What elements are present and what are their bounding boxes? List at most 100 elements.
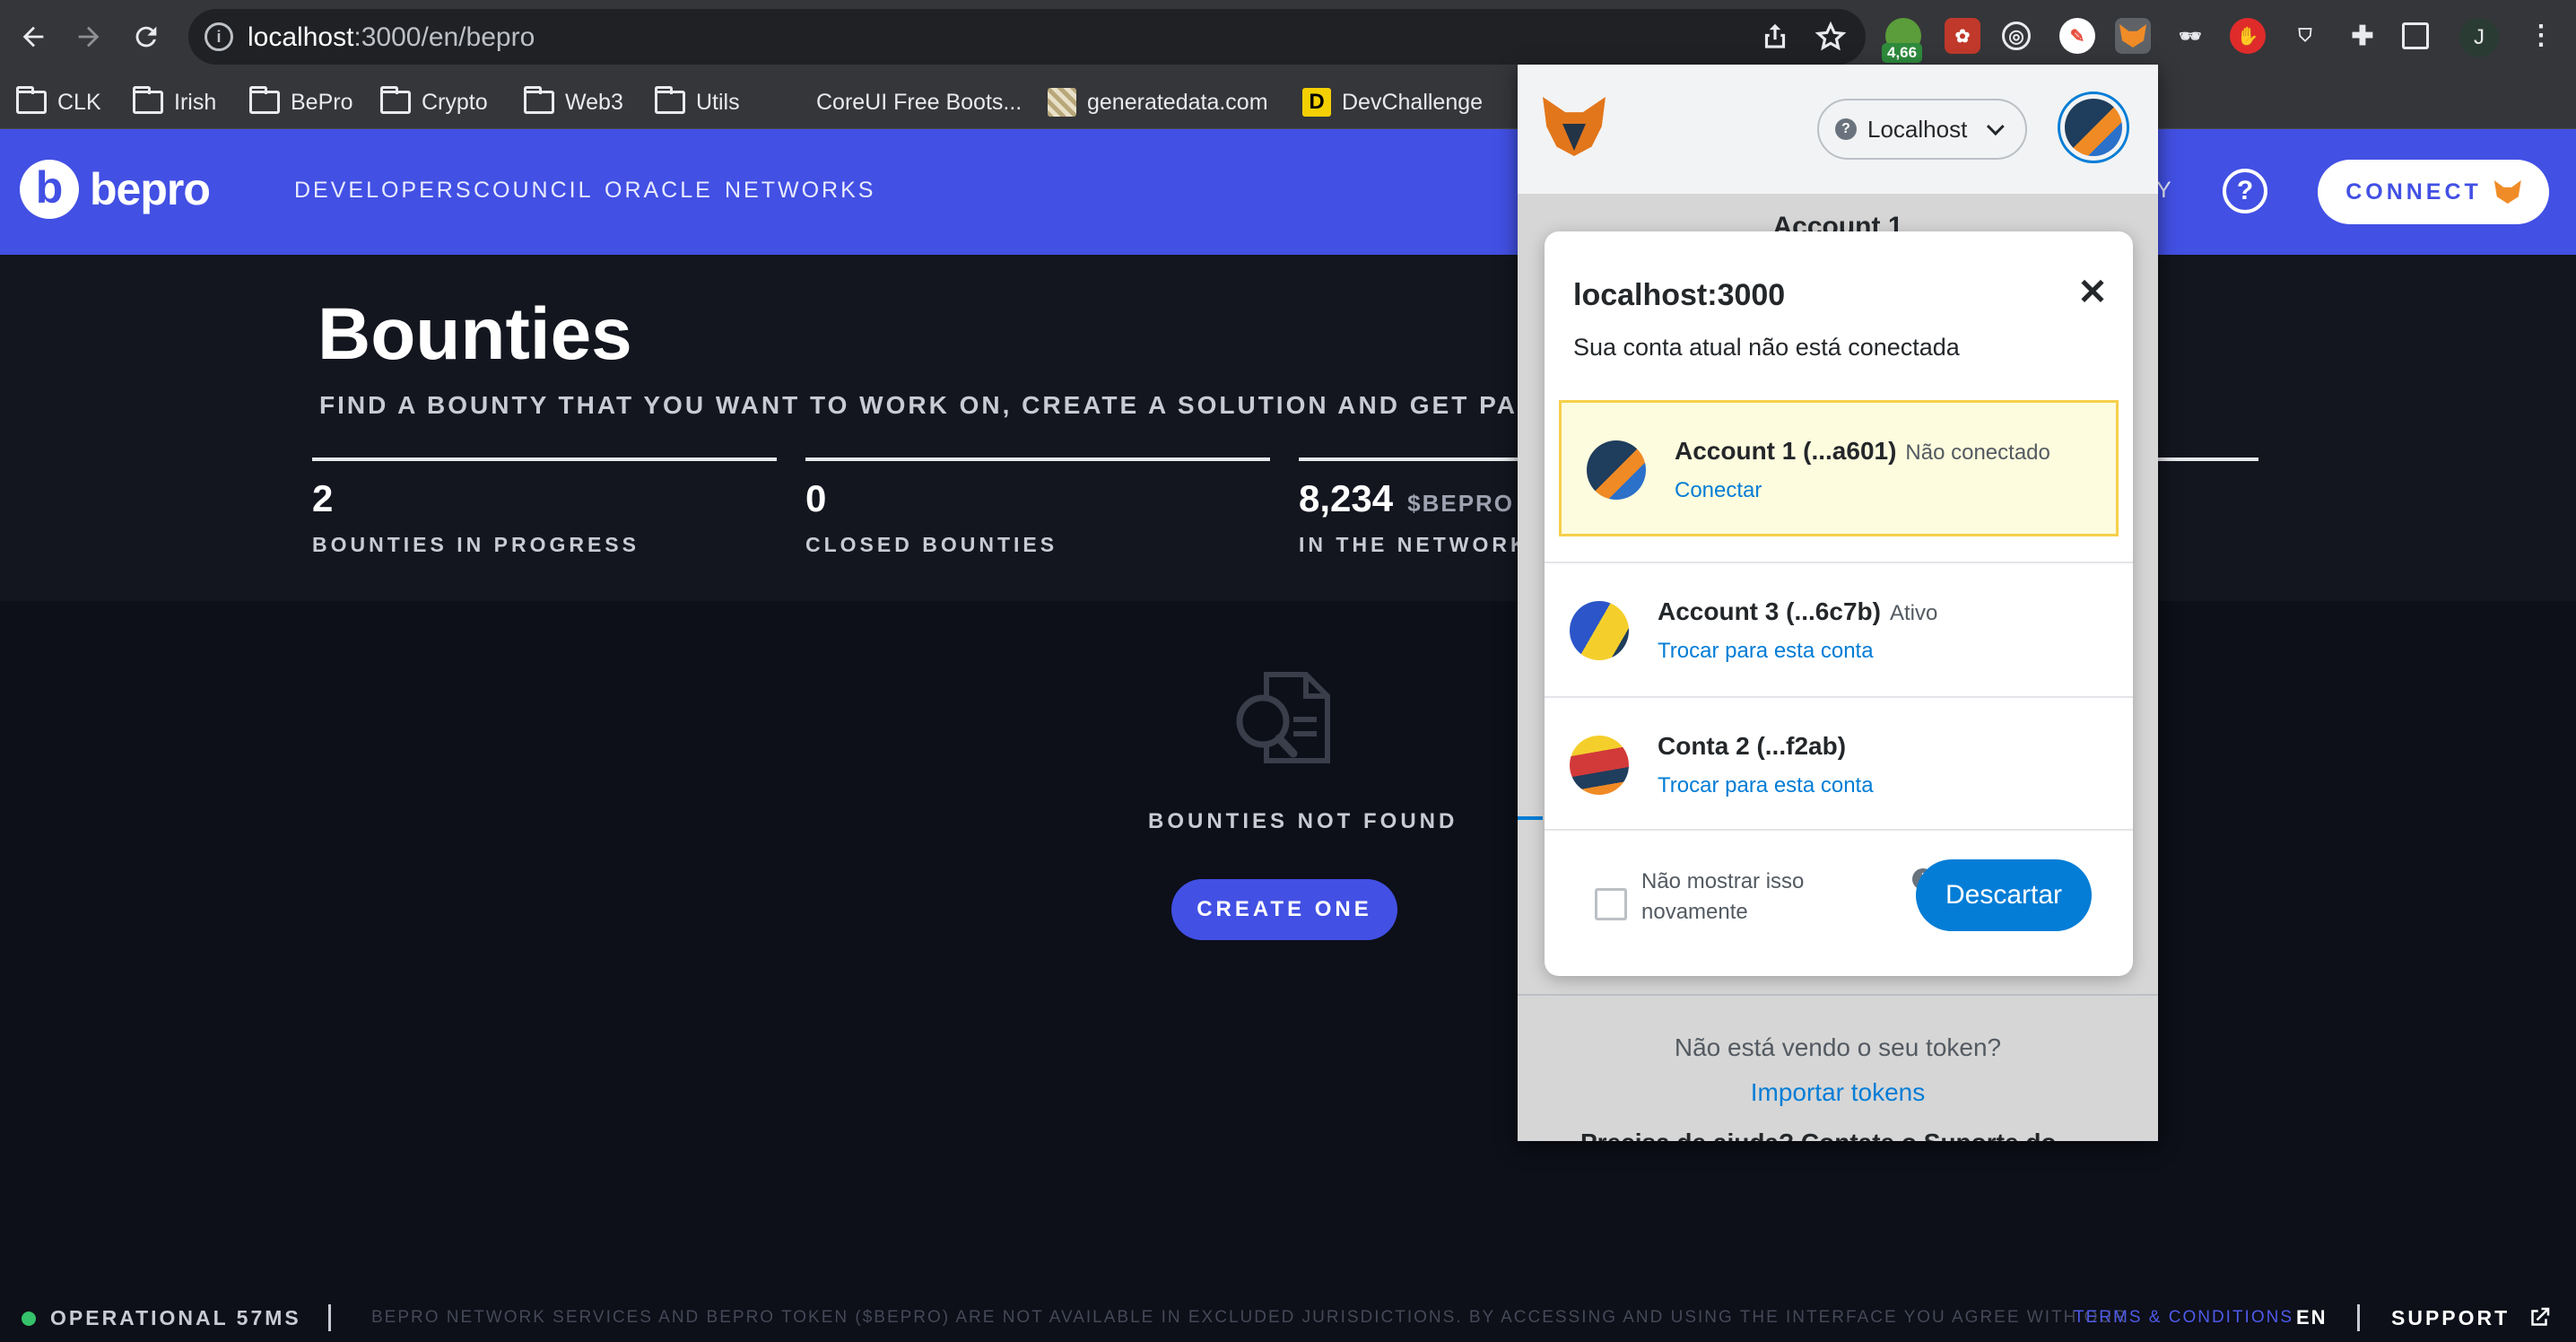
account-menu-avatar[interactable]	[2058, 92, 2129, 163]
connect-button[interactable]: CONNECT	[2318, 160, 2549, 224]
account-row[interactable]: Conta 2 (...f2ab) Trocar para esta conta	[1545, 696, 2133, 831]
chevron-down-icon	[1987, 118, 2006, 136]
bookmark-web3[interactable]: Web3	[524, 84, 623, 120]
metamask-fox-icon	[2493, 180, 2521, 204]
account-row[interactable]: Account 3 (...6c7b) Ativo Trocar para est…	[1545, 562, 2133, 696]
metamask-header: ? Localhost	[1518, 65, 2158, 194]
extension-metamask-icon[interactable]	[2115, 18, 2151, 54]
terms-link[interactable]: TERMS & CONDITIONS	[2074, 1308, 2293, 1328]
bookmark-clk[interactable]: CLK	[16, 84, 101, 120]
extension-incognito-icon[interactable]: 🕶	[2172, 18, 2208, 54]
devchallenge-icon: D	[1302, 88, 1331, 117]
bepro-logo[interactable]: b bepro	[20, 160, 211, 219]
support-link[interactable]: SUPPORT	[2391, 1306, 2510, 1330]
dont-show-label[interactable]: Não mostrar isso novamente	[1641, 867, 1866, 928]
network-question-icon: ?	[1835, 118, 1857, 140]
side-panel-icon[interactable]	[2402, 22, 2429, 49]
connect-account-link[interactable]: Conectar	[1675, 478, 1762, 503]
modal-subtitle: Sua conta atual não está conectada	[1573, 334, 1960, 361]
import-tokens-link[interactable]: Importar tokens	[1518, 1078, 2158, 1107]
token-hint-text: Não está vendo o seu token?	[1674, 1033, 2002, 1061]
footer-divider	[328, 1304, 331, 1331]
coreui-icon	[777, 88, 805, 117]
stat-in-progress: 2 BOUNTIES IN PROGRESS	[312, 458, 777, 557]
token-symbol: $BEPRO	[1407, 490, 1515, 517]
divider	[1518, 994, 2158, 996]
folder-icon	[655, 86, 685, 114]
back-arrow-icon	[22, 26, 44, 48]
footer-divider	[2357, 1304, 2360, 1331]
nav-networks[interactable]: NETWORKS	[725, 178, 875, 204]
external-link-icon[interactable]	[2526, 1304, 2553, 1331]
folder-icon	[249, 86, 280, 114]
forward-button[interactable]	[68, 16, 109, 57]
identicon-icon	[2065, 99, 2122, 156]
browser-toolbar: i localhost:3000/en/bepro 4,66 ✿ ◎ ✎ 🕶 ✋…	[0, 0, 2576, 74]
dismiss-button[interactable]: Descartar	[1916, 859, 2092, 931]
folder-icon	[133, 86, 163, 114]
extensions-puzzle-icon[interactable]: ✚	[2345, 18, 2380, 54]
switch-account-link[interactable]: Trocar para esta conta	[1658, 639, 1874, 664]
language-selector[interactable]: EN	[2296, 1306, 2328, 1329]
close-icon[interactable]: ✕	[2076, 274, 2110, 310]
status-text: OPERATIONAL 57MS	[50, 1306, 301, 1329]
connected-sites-modal: localhost:3000 ✕ Sua conta atual não est…	[1545, 231, 2133, 976]
extension-color-picker-icon[interactable]: ✎	[2059, 18, 2095, 54]
help-icon[interactable]: ?	[2223, 169, 2267, 214]
identicon-icon	[1570, 736, 1629, 795]
bookmark-star-icon[interactable]	[1814, 20, 1848, 54]
page-subtitle: FIND A BOUNTY THAT YOU WANT TO WORK ON, …	[319, 391, 1548, 419]
status-dot-icon	[22, 1312, 36, 1326]
extension-adblock-icon[interactable]: ✋	[2230, 18, 2266, 54]
nav-oracle[interactable]: ORACLE	[605, 178, 713, 204]
browser-menu-icon[interactable]: ⋮	[2528, 20, 2554, 51]
app-header: b bepro DEVELOPERS COUNCIL ORACLE NETWOR…	[0, 129, 2576, 255]
footer: OPERATIONAL 57MS BEPRO NETWORK SERVICES …	[0, 1290, 2576, 1342]
disclaimer-text: BEPRO NETWORK SERVICES AND BEPRO TOKEN (…	[371, 1308, 2128, 1327]
bookmark-irish[interactable]: Irish	[133, 84, 216, 120]
bookmark-devchallenge[interactable]: D DevChallenge	[1302, 84, 1483, 120]
create-bounty-button[interactable]: CREATE ONE	[1171, 879, 1397, 940]
bookmark-coreui[interactable]: CoreUI Free Boots...	[777, 84, 1022, 120]
account-row[interactable]: Account 1 (...a601) Não conectado Conecta…	[1559, 400, 2119, 536]
identicon-icon	[1587, 440, 1646, 500]
site-info-icon[interactable]: i	[205, 22, 233, 51]
folder-icon	[16, 86, 47, 114]
address-bar[interactable]: i localhost:3000/en/bepro	[188, 9, 1866, 65]
modal-title: localhost:3000	[1573, 278, 1786, 312]
extension-target-icon[interactable]: ◎	[2002, 22, 2031, 50]
reload-button[interactable]	[126, 16, 167, 57]
bepro-logo-icon: b	[20, 160, 79, 219]
page-title: Bounties	[318, 293, 632, 375]
identicon-icon	[1570, 601, 1629, 660]
back-button[interactable]	[13, 16, 54, 57]
nav-developers[interactable]: DEVELOPERS	[294, 178, 474, 204]
forward-arrow-icon	[78, 26, 100, 48]
hero-section: Bounties FIND A BOUNTY THAT YOU WANT TO …	[0, 255, 2576, 601]
nav-council[interactable]: COUNCIL	[474, 178, 594, 204]
stat-closed: 0 CLOSED BOUNTIES	[805, 458, 1270, 557]
network-selector[interactable]: ? Localhost	[1817, 99, 2027, 160]
nav-partial-item[interactable]: Y	[2156, 178, 2174, 204]
reload-icon	[135, 26, 157, 48]
divider	[1545, 829, 2133, 831]
help-text-cut: Precisa de ajuda? Contate o Suporte do	[1580, 1128, 2057, 1141]
metamask-fox-icon	[1543, 97, 1606, 156]
bookmark-bepro[interactable]: BePro	[249, 84, 352, 120]
url-text[interactable]: localhost:3000/en/bepro	[248, 22, 535, 53]
folder-icon	[380, 86, 411, 114]
folder-icon	[524, 86, 554, 114]
extension-shield-icon[interactable]: ⛉	[2287, 18, 2323, 54]
bookmarks-bar: CLK Irish BePro Crypto Web3 Utils CoreUI…	[0, 74, 2576, 129]
tab-indicator	[1518, 816, 1543, 820]
search-document-icon	[1236, 672, 1330, 763]
extension-badge: 4,66	[1882, 43, 1923, 63]
extension-puzzle-game-icon[interactable]: ✿	[1945, 18, 1980, 54]
bookmark-crypto[interactable]: Crypto	[380, 84, 488, 120]
switch-account-link[interactable]: Trocar para esta conta	[1658, 773, 1874, 798]
bookmark-generatedata[interactable]: generatedata.com	[1048, 84, 1268, 120]
profile-avatar[interactable]: J	[2459, 18, 2499, 57]
share-icon[interactable]	[1758, 20, 1792, 54]
dont-show-checkbox[interactable]	[1595, 888, 1627, 920]
bookmark-utils[interactable]: Utils	[655, 84, 740, 120]
